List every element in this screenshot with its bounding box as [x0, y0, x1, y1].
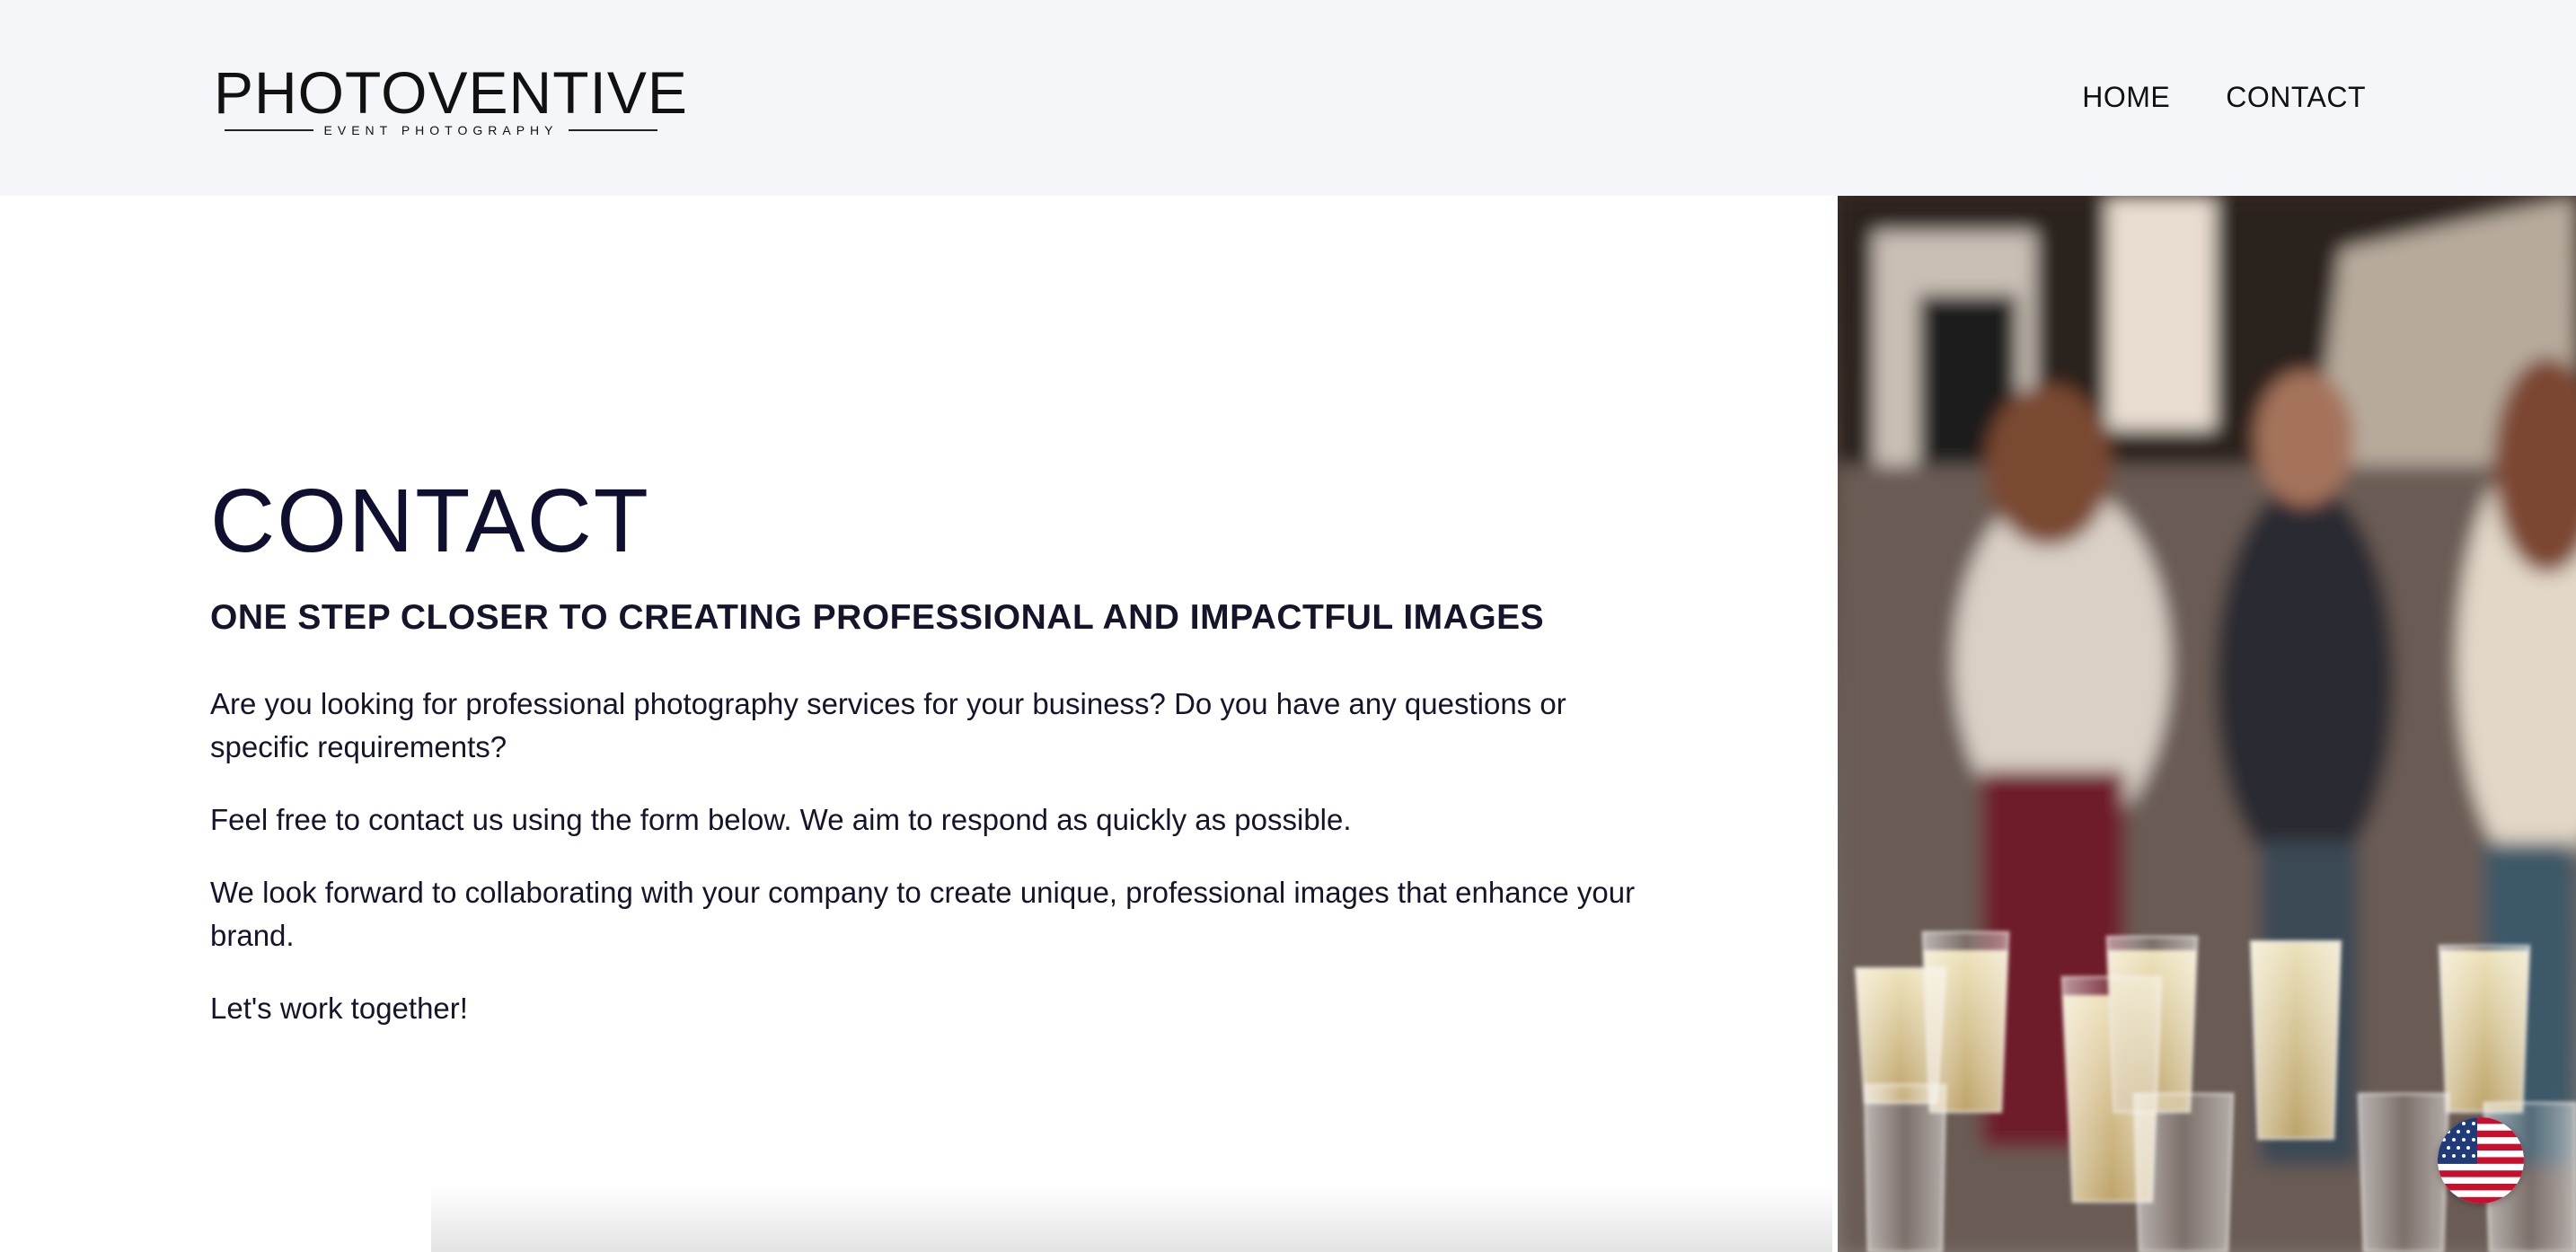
- contact-intro: CONTACT ONE STEP CLOSER TO CREATING PROF…: [210, 449, 1665, 1060]
- logo-tagline-text: EVENT PHOTOGRAPHY: [323, 123, 559, 137]
- nav-home-link[interactable]: HOME: [2082, 81, 2170, 114]
- event-photo: [1838, 196, 2576, 1252]
- us-flag-icon[interactable]: [2438, 1117, 2524, 1204]
- logo-rule-right: [569, 129, 657, 131]
- logo-tagline: EVENT PHOTOGRAPHY: [214, 122, 668, 138]
- main-nav: HOME CONTACT: [2082, 81, 2366, 114]
- page-title: CONTACT: [210, 471, 650, 571]
- intro-paragraph: Are you looking for professional photogr…: [210, 687, 1566, 763]
- us-flag-graphic: [2438, 1117, 2524, 1204]
- logo-wordmark: PHOTOVENTIVE: [214, 59, 688, 126]
- nav-contact-link[interactable]: CONTACT: [2226, 81, 2366, 114]
- collaboration-paragraph: We look forward to collaborating with yo…: [210, 876, 1636, 952]
- site-logo[interactable]: PHOTOVENTIVE EVENT PHOTOGRAPHY: [214, 59, 688, 138]
- logo-rule-left: [225, 129, 313, 131]
- contact-paragraph: Feel free to contact us using the form b…: [210, 803, 1352, 836]
- event-photo-illustration: [1838, 196, 2576, 1252]
- closing-paragraph: Let's work together!: [210, 992, 468, 1025]
- bottom-shadow: [431, 1186, 1832, 1252]
- site-header: PHOTOVENTIVE EVENT PHOTOGRAPHY HOME CONT…: [0, 0, 2576, 196]
- page-subtitle: ONE STEP CLOSER TO CREATING PROFESSIONAL…: [210, 598, 1545, 637]
